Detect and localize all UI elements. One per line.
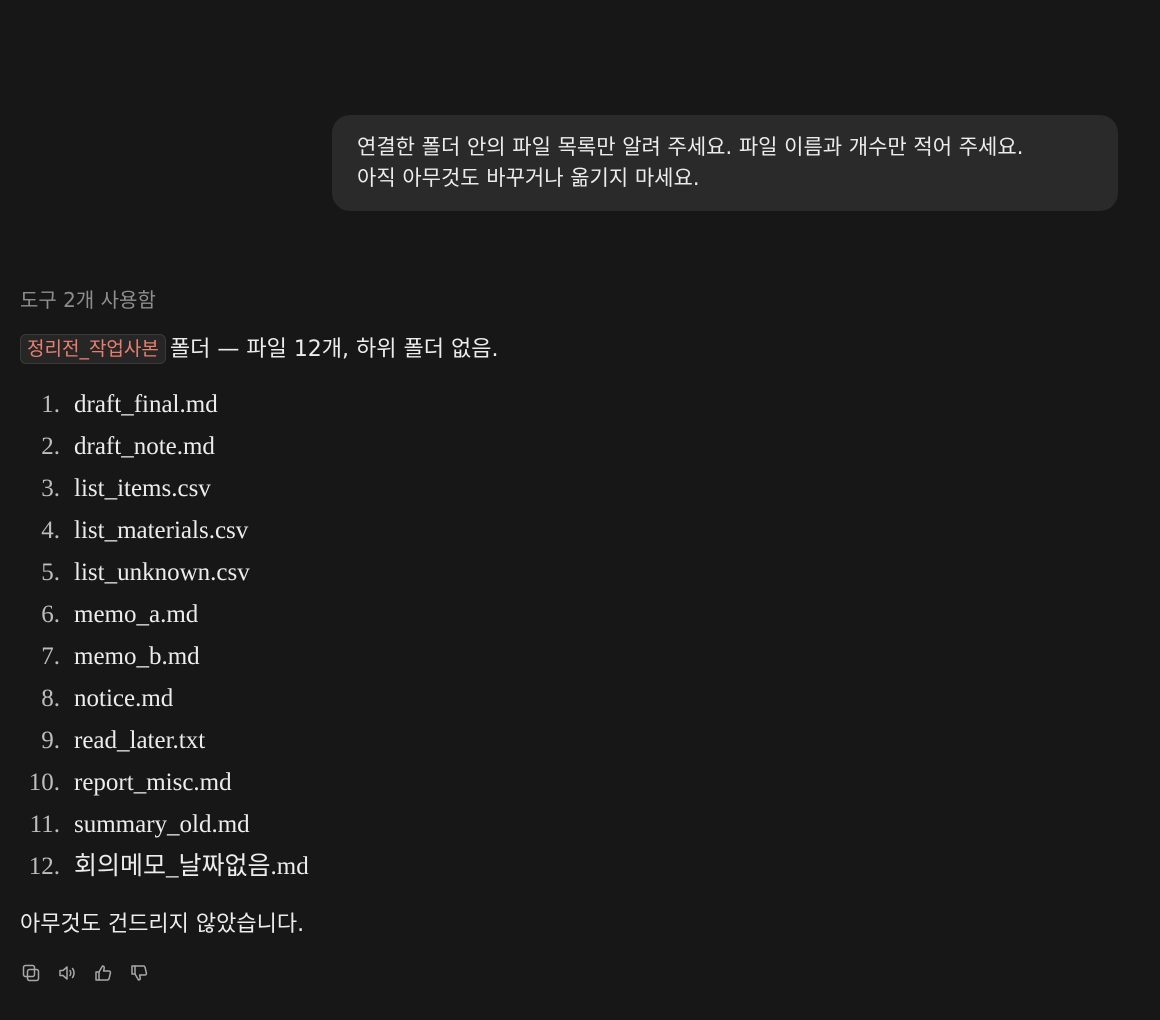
copy-button[interactable] xyxy=(20,962,42,984)
file-name: draft_note.md xyxy=(74,433,215,460)
file-name: list_unknown.csv xyxy=(74,559,250,586)
thumbs-down-icon xyxy=(131,965,148,981)
folder-summary-text: 폴더 — 파일 12개, 하위 폴더 없음. xyxy=(169,337,499,362)
file-number: 3. xyxy=(41,475,60,502)
file-list-item: 7. memo_b.md xyxy=(20,636,1140,678)
user-message-line-1: 연결한 폴더 안의 파일 목록만 알려 주세요. 파일 이름과 개수만 적어 주… xyxy=(357,135,1024,159)
file-number: 9. xyxy=(41,727,60,754)
file-number: 2. xyxy=(41,433,60,460)
file-number: 7. xyxy=(41,643,60,670)
closing-text: 아무것도 건드리지 않았습니다. xyxy=(20,912,305,937)
file-name: memo_b.md xyxy=(74,643,200,670)
file-name: read_later.txt xyxy=(74,727,206,754)
user-message-line-2: 아직 아무것도 바꾸거나 옮기지 마세요. xyxy=(357,166,700,190)
file-list-item: 3. list_items.csv xyxy=(20,468,1140,510)
file-number: 10. xyxy=(28,769,60,796)
file-name: summary_old.md xyxy=(74,811,250,838)
file-list-item: 12. 회의메모_날짜없음.md xyxy=(20,846,1140,888)
file-number: 1. xyxy=(41,391,60,418)
thumbs-up-icon xyxy=(95,965,112,981)
file-number: 6. xyxy=(41,601,60,628)
file-name: notice.md xyxy=(74,685,174,712)
speaker-icon xyxy=(59,966,75,980)
file-name: report_misc.md xyxy=(74,769,232,796)
file-name: 회의메모_날짜없음.md xyxy=(74,853,309,880)
file-list: 1. draft_final.md 2. draft_note.md 3. list_… xyxy=(20,384,1140,888)
file-list-item: 8. notice.md xyxy=(20,678,1140,720)
file-list-item: 1. draft_final.md xyxy=(20,384,1140,426)
folder-name-code: 정리전_작업사본 xyxy=(20,334,166,364)
copy-icon xyxy=(22,964,40,982)
user-message-bubble: 연결한 폴더 안의 파일 목록만 알려 주세요. 파일 이름과 개수만 적어 주… xyxy=(332,115,1118,211)
message-actions xyxy=(20,962,1140,984)
file-number: 11. xyxy=(29,811,60,838)
file-number: 8. xyxy=(41,685,60,712)
file-list-item: 5. list_unknown.csv xyxy=(20,552,1140,594)
file-list-item: 6. memo_a.md xyxy=(20,594,1140,636)
chat-page: 연결한 폴더 안의 파일 목록만 알려 주세요. 파일 이름과 개수만 적어 주… xyxy=(0,0,1160,1020)
file-list-item: 10. report_misc.md xyxy=(20,762,1140,804)
tools-used-toggle[interactable]: 도구 2개 사용함 xyxy=(20,284,1140,316)
file-list-item: 9. read_later.txt xyxy=(20,720,1140,762)
file-name: list_materials.csv xyxy=(74,517,249,544)
file-number: 4. xyxy=(41,517,60,544)
assistant-message: 도구 2개 사용함 정리전_작업사본 폴더 — 파일 12개, 하위 폴더 없음.… xyxy=(20,284,1140,984)
file-number: 5. xyxy=(41,559,60,586)
folder-summary: 정리전_작업사본 폴더 — 파일 12개, 하위 폴더 없음. xyxy=(20,334,1140,366)
file-name: draft_final.md xyxy=(74,391,218,418)
good-response-button[interactable] xyxy=(92,962,114,984)
file-list-item: 11. summary_old.md xyxy=(20,804,1140,846)
file-list-item: 2. draft_note.md xyxy=(20,426,1140,468)
file-name: list_items.csv xyxy=(74,475,211,502)
bad-response-button[interactable] xyxy=(128,962,150,984)
file-list-item: 4. list_materials.csv xyxy=(20,510,1140,552)
file-name: memo_a.md xyxy=(74,601,199,628)
read-aloud-button[interactable] xyxy=(56,962,78,984)
file-number: 12. xyxy=(28,853,60,880)
